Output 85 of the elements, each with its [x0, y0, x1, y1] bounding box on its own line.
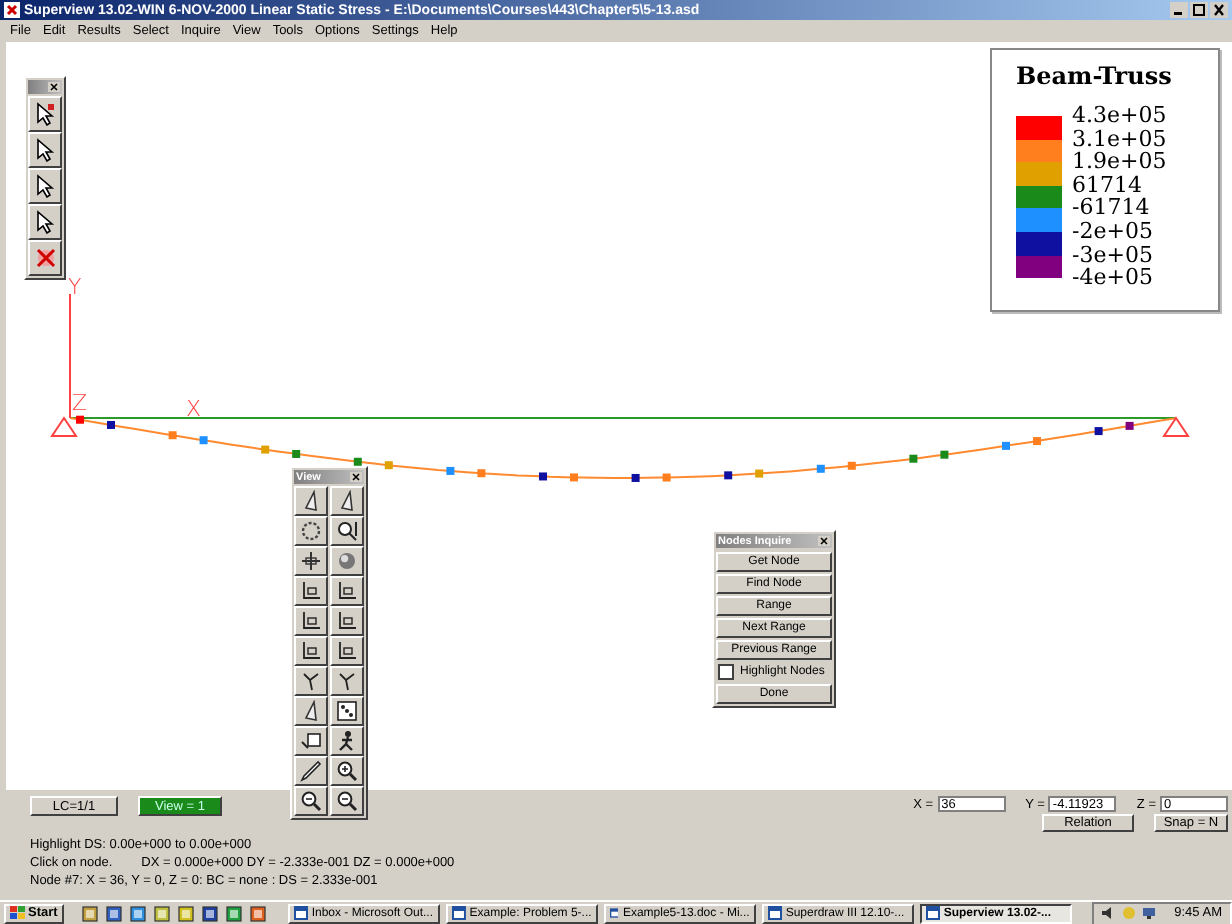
axes-icon	[300, 640, 322, 662]
tool-button[interactable]	[330, 606, 364, 636]
tool-button[interactable]	[294, 516, 328, 546]
tool-button[interactable]	[330, 756, 364, 786]
crosshair-icon	[300, 550, 322, 572]
close-icon[interactable]	[350, 472, 362, 482]
close-icon[interactable]	[818, 536, 830, 546]
figure-icon	[336, 730, 358, 752]
axes-icon	[336, 640, 358, 662]
pencil-icon	[300, 760, 322, 782]
tool-button[interactable]	[330, 486, 364, 516]
maximize-icon[interactable]	[1190, 2, 1208, 18]
legend-label: -3e+05	[1072, 243, 1155, 267]
cursor-icon	[33, 102, 57, 126]
cursor-icon	[33, 138, 57, 162]
tool-button[interactable]	[294, 666, 328, 696]
cone-icon	[300, 490, 322, 512]
axes-icon	[300, 580, 322, 602]
legend-label: 1.9e+05	[1072, 150, 1167, 174]
app-icon	[4, 2, 20, 18]
close-icon[interactable]	[48, 82, 60, 92]
support-icon	[1162, 416, 1190, 437]
tool-button[interactable]	[28, 240, 62, 276]
tool-button[interactable]	[294, 786, 328, 816]
tool-button[interactable]	[330, 546, 364, 576]
tool-button[interactable]	[28, 168, 62, 204]
ring-icon	[300, 520, 322, 542]
tool-button[interactable]	[294, 606, 328, 636]
tool-button[interactable]	[330, 516, 364, 546]
zoom-out-icon	[300, 790, 322, 812]
axis-label: X	[186, 396, 202, 422]
legend-label: 61714	[1072, 173, 1142, 197]
branch-icon	[300, 670, 322, 692]
cross-icon	[33, 246, 57, 270]
y-axis-line	[69, 293, 71, 419]
tool-button[interactable]	[294, 636, 328, 666]
axes-icon	[300, 610, 322, 632]
cone-icon	[300, 700, 322, 722]
tool-button[interactable]	[330, 666, 364, 696]
close-icon[interactable]	[1210, 2, 1228, 18]
legend-label: 4.3e+05	[1072, 104, 1167, 128]
legend-label: 3.1e+05	[1072, 127, 1167, 151]
zoom-in-icon	[336, 760, 358, 782]
tool-button[interactable]	[330, 696, 364, 726]
cursor-icon	[33, 210, 57, 234]
tool-button[interactable]	[28, 96, 62, 132]
square-icon	[300, 730, 322, 752]
tool-button[interactable]	[294, 756, 328, 786]
tool-button[interactable]	[294, 726, 328, 756]
window-icon	[925, 906, 940, 920]
legend-label: -61714	[1072, 196, 1152, 220]
zoom-out-icon	[336, 790, 358, 812]
tool-button[interactable]	[28, 204, 62, 240]
tool-button[interactable]	[294, 486, 328, 516]
tool-button[interactable]	[330, 786, 364, 816]
tool-button[interactable]	[330, 636, 364, 666]
axis-label: Y	[68, 274, 82, 300]
minimize-icon[interactable]	[1170, 2, 1188, 18]
support-icon	[50, 416, 78, 437]
axes-icon	[336, 610, 358, 632]
window-icon	[767, 906, 782, 920]
sphere-icon	[336, 550, 358, 572]
tool-button[interactable]	[330, 726, 364, 756]
legend-title: Beam-Truss	[1016, 62, 1174, 90]
tool-button[interactable]	[330, 576, 364, 606]
window-icon	[609, 906, 619, 920]
legend-label: -2e+05	[1072, 219, 1155, 244]
axis-label: Z	[72, 390, 88, 416]
window-icon	[451, 906, 466, 920]
tool-button[interactable]	[294, 696, 328, 726]
legend-label: -4e+05	[1072, 266, 1155, 290]
speaker-icon[interactable]	[1102, 906, 1117, 920]
axes-icon	[336, 580, 358, 602]
window-icon	[293, 906, 308, 920]
magnifier-icon	[336, 520, 358, 542]
branch-icon	[336, 670, 358, 692]
tool-button[interactable]	[294, 546, 328, 576]
cursor-icon	[33, 174, 57, 198]
cone-icon	[336, 490, 358, 512]
tool-button[interactable]	[294, 576, 328, 606]
dice-icon	[336, 700, 358, 722]
checkbox[interactable]	[718, 664, 734, 680]
windows-logo-icon	[10, 906, 26, 920]
network-icon[interactable]	[1142, 906, 1157, 920]
tool-button[interactable]	[28, 132, 62, 168]
